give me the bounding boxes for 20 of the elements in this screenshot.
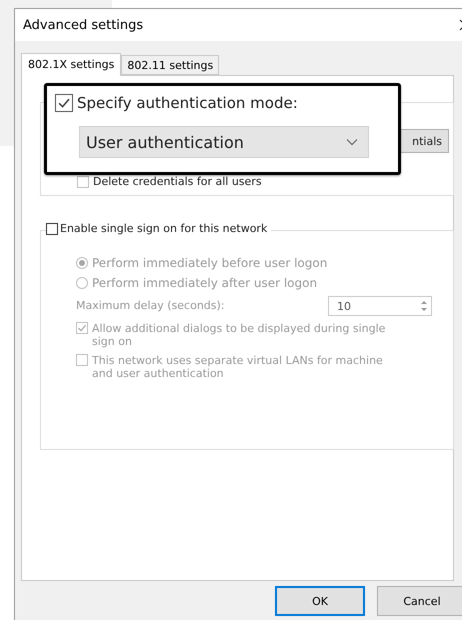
checkbox-label: Enable single sign on for this network	[60, 222, 268, 236]
chevron-down-icon	[346, 138, 358, 146]
checkmark-icon	[57, 96, 71, 110]
checkbox-label: Allow additional dialogs to be displayed during single sign on	[92, 322, 386, 348]
tab[interactable]: 802.1X settings	[21, 53, 122, 76]
checkmark-icon	[77, 323, 87, 333]
tab[interactable]: 802.11 settings	[121, 55, 220, 75]
checkbox[interactable]	[77, 176, 89, 188]
dialog-button[interactable]: OK	[275, 586, 365, 616]
dialog-button[interactable]: Cancel	[377, 586, 462, 616]
dropdown[interactable]: User authentication	[79, 126, 369, 158]
checkbox[interactable]	[46, 223, 58, 235]
radio-label: Perform immediately before user logon	[92, 256, 328, 270]
window-title: Advanced settings	[23, 18, 144, 32]
checkbox-label: Specify authentication mode:	[77, 94, 298, 112]
checkbox-label: Delete credentials for all users	[93, 175, 262, 189]
checkbox[interactable]	[55, 94, 73, 112]
field-label: Maximum delay (seconds):	[76, 299, 224, 313]
radio-label: Perform immediately after user logon	[92, 276, 318, 290]
checkbox-label: This network uses separate virtual LANs for machine and user authentication	[92, 354, 384, 380]
